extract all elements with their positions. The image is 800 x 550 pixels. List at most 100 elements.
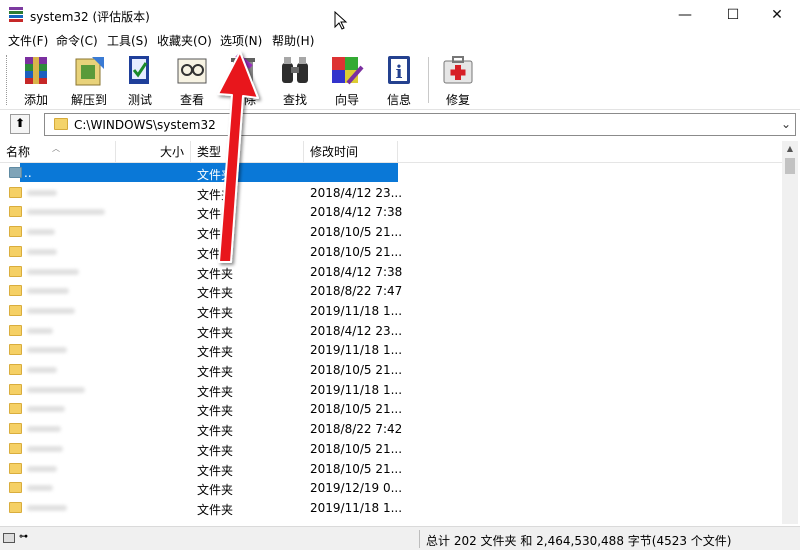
wizard-button[interactable]: 向导 [323,53,371,107]
file-row[interactable]: 文件夹 2018/10/5 21... [0,459,782,479]
file-modified: 2018/10/5 21... [310,461,403,476]
delete-icon [231,53,255,83]
menu-file[interactable]: 文件(F) [8,32,48,49]
toolbar-grip[interactable] [6,55,9,105]
file-row[interactable]: 文件夹 2019/11/18 1... [0,301,782,321]
file-row[interactable]: 文件夹 2018/10/5 21... [0,222,782,242]
blurred-file-name [27,445,63,452]
menu-options[interactable]: 选项(N) [220,32,262,49]
mouse-cursor-icon [334,11,348,30]
path-field[interactable]: C:\WINDOWS\system32 ⌄ [44,113,796,136]
folder-icon [9,383,22,395]
column-modified[interactable]: 修改时间 [304,141,398,163]
column-modified-label: 修改时间 [310,145,359,159]
file-row[interactable]: 文件夹 2019/11/18 1... [0,498,782,518]
menu-commands[interactable]: 命令(C) [56,32,98,49]
column-name[interactable]: 名称 ︿ [0,141,116,163]
repair-icon [443,56,473,84]
menu-bar: 文件(F) 命令(C) 工具(S) 收藏夹(O) 选项(N) 帮助(H) [0,30,800,49]
scroll-thumb[interactable] [785,158,795,174]
folder-icon [9,245,22,257]
column-type[interactable]: 类型 [191,141,304,163]
file-modified: 2018/8/22 7:47 [310,284,403,299]
folder-icon [9,265,22,277]
test-icon [129,56,149,84]
file-row[interactable]: 文件夹 2019/11/18 1... [0,380,782,400]
chevron-down-icon[interactable]: ⌄ [781,117,791,131]
folder-icon [9,462,22,474]
folder-icon [9,167,22,178]
info-label: 信息 [386,93,411,107]
blurred-file-name [27,465,57,472]
delete-button[interactable]: 删除 [220,53,268,107]
info-button[interactable]: i 信息 [375,53,423,107]
file-row[interactable]: 文件夹 2018/10/5 21... [0,439,782,459]
file-row[interactable]: 文件夹 2018/10/5 21... [0,242,782,262]
view-icon [177,58,207,84]
extract-to-label: 解压到 [70,93,107,107]
repair-button[interactable]: 修复 [434,53,482,107]
file-type: 文件夹 [197,502,234,517]
column-name-label: 名称 [6,145,31,159]
file-type: 文件夹 [197,246,234,261]
file-modified: 2018/10/5 21... [310,402,403,417]
view-label: 查看 [179,93,204,107]
folder-icon [54,118,68,130]
file-row[interactable]: 文件夹 2018/8/22 7:47 [0,281,782,301]
folder-icon [9,206,22,218]
key-icon[interactable]: ⊶ [19,532,28,542]
add-button[interactable]: 添加 [12,53,60,107]
folder-icon [9,482,22,494]
file-list-header: 名称 ︿ 大小 类型 修改时间 [0,141,782,163]
status-bar: ⊶ 总计 202 文件夹 和 2,464,530,488 字节(4523 个文件… [0,526,800,550]
blurred-file-name [27,307,75,314]
file-row[interactable]: 文件夹 2019/11/18 1... [0,340,782,360]
file-modified: 2018/4/12 23... [310,323,403,338]
folder-icon [9,364,22,375]
file-row[interactable]: 文件夹 2018/4/12 7:38 [0,262,782,282]
file-row[interactable]: 文件夹 2018/4/12 23... [0,183,782,203]
file-name: .. [24,166,32,180]
winrar-app-icon[interactable] [8,7,24,23]
file-row[interactable]: 文件夹 2018/4/12 23... [0,321,782,341]
wizard-label: 向导 [334,93,359,107]
menu-favorites[interactable]: 收藏夹(O) [157,32,212,49]
status-icons: ⊶ [3,531,43,547]
file-row[interactable]: 文件夹 2018/8/22 7:42 [0,419,782,439]
vertical-scrollbar[interactable]: ▲ [782,141,798,524]
svg-text:i: i [396,62,403,83]
file-row[interactable]: 文件夹 2018/4/12 7:38 [0,202,782,222]
up-folder-button[interactable]: ⬆ [10,114,30,134]
extract-to-button[interactable]: 解压到 [65,53,113,107]
close-button[interactable]: ✕ [754,0,800,30]
file-row[interactable]: .. 文件夹 [0,163,782,183]
blurred-file-name [27,209,105,216]
file-row[interactable]: 文件夹 2018/10/5 21... [0,360,782,380]
add-archive-icon [25,57,47,84]
find-label: 查找 [282,93,307,107]
status-separator [419,530,420,548]
menu-help[interactable]: 帮助(H) [272,32,314,49]
test-button[interactable]: 测试 [116,53,164,107]
drive-icon[interactable] [3,533,15,543]
blurred-file-name [27,386,85,393]
blurred-file-name [27,229,55,236]
file-row[interactable]: 文件夹 2019/12/19 0... [0,478,782,498]
file-modified: 2018/10/5 21... [310,363,403,377]
view-button[interactable]: 查看 [168,53,216,107]
file-type: 文件夹 [197,266,234,281]
file-modified: 2018/8/22 7:42 [310,422,403,437]
folder-icon [9,285,22,297]
file-type: 文件夹 [197,187,234,202]
file-row[interactable]: 文件夹 2018/10/5 21... [0,399,782,419]
column-size[interactable]: 大小 [116,141,191,163]
maximize-button[interactable]: ☐ [710,0,756,30]
menu-tools[interactable]: 工具(S) [107,32,148,49]
file-modified: 2019/11/18 1... [310,500,403,515]
scroll-up-icon[interactable]: ▲ [782,141,798,157]
file-modified: 2018/4/12 23... [310,185,403,200]
minimize-button[interactable]: — [662,0,708,30]
toolbar-separator [428,57,429,103]
find-button[interactable]: 查找 [271,53,319,107]
file-type: 文件夹 [197,404,234,419]
